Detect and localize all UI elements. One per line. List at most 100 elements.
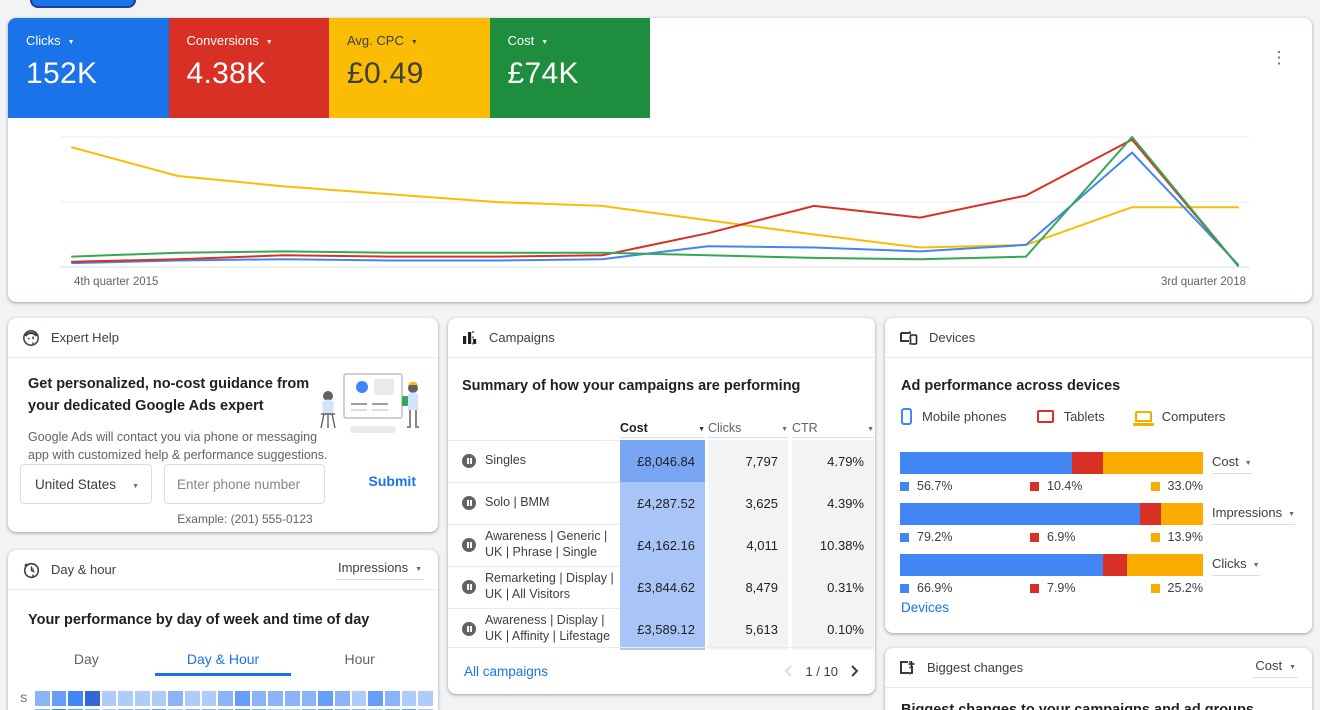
chevron-down-icon	[68, 33, 75, 48]
metric-dropdown[interactable]: Impressions	[336, 559, 424, 580]
table-row[interactable]: Awareness | Display | UK | Affinity | Li…	[448, 608, 875, 650]
metric-dropdown-value: Impressions	[338, 560, 408, 575]
legend-item-phone[interactable]: Mobile phones	[901, 408, 1007, 425]
chevron-down-icon	[1289, 658, 1296, 673]
chevron-right-icon[interactable]	[850, 665, 859, 677]
metric-tile-cost[interactable]: Cost£74K	[490, 18, 651, 118]
all-campaigns-link[interactable]: All campaigns	[464, 664, 548, 679]
bar-metric-dropdown[interactable]: Cost	[1212, 454, 1252, 474]
column-label: Clicks	[708, 421, 741, 435]
chevron-down-icon	[415, 560, 422, 575]
heatmap-cell[interactable]	[252, 691, 267, 706]
country-select[interactable]: United States	[20, 464, 152, 504]
bar-metric-dropdown[interactable]: Clicks	[1212, 556, 1260, 576]
row-divider	[448, 482, 620, 483]
heatmap-cell[interactable]	[152, 691, 167, 706]
chart-line-avg-cpc	[72, 147, 1238, 247]
heatmap-cell[interactable]	[102, 691, 117, 706]
phone-number-input[interactable]	[164, 464, 325, 504]
bar-segment	[1103, 452, 1203, 474]
heatmap-cell[interactable]	[118, 691, 133, 706]
heatmap-cell[interactable]	[68, 691, 83, 706]
heatmap-cell[interactable]	[168, 691, 183, 706]
heatmap-cell[interactable]	[302, 691, 317, 706]
bar-segment	[1127, 554, 1203, 576]
table-row[interactable]: Remarketing | Display | UK | All Visitor…	[448, 566, 875, 608]
percentage-item: 10.4%	[1030, 479, 1082, 493]
heatmap-cell[interactable]	[35, 691, 50, 706]
heatmap-cell[interactable]	[318, 691, 333, 706]
expert-help-card: Expert Help Get personalized, no-cost gu…	[8, 318, 438, 532]
heatmap-cell[interactable]	[235, 691, 250, 706]
metric-dropdown[interactable]: Cost	[1253, 657, 1298, 678]
heatmap-cell[interactable]	[52, 691, 67, 706]
bar-metric-dropdown[interactable]: Impressions	[1212, 505, 1295, 525]
country-select-value: United States	[35, 477, 116, 492]
percentage-item: 25.2%	[1151, 581, 1203, 595]
table-row[interactable]: Solo | BMM£4,287.523,6254.39%	[448, 482, 875, 524]
bar-segment	[1072, 452, 1103, 474]
more-vert-icon[interactable]	[899, 328, 921, 348]
cost-cell: £8,046.84	[620, 440, 705, 482]
more-vert-icon[interactable]	[1268, 48, 1290, 68]
more-vert-icon[interactable]	[22, 328, 44, 348]
card-title: Biggest changes	[927, 660, 1023, 675]
chart-line-cost	[72, 137, 1238, 266]
heatmap-cell[interactable]	[402, 691, 417, 706]
table-row[interactable]: Awareness | Generic | UK | Phrase | Sing…	[448, 524, 875, 566]
heatmap-cell[interactable]	[335, 691, 350, 706]
metric-tile-conversions[interactable]: Conversions4.38K	[169, 18, 330, 118]
card-title: Expert Help	[51, 330, 119, 345]
tab-hour[interactable]: Hour	[291, 644, 428, 676]
percentage-item: 66.9%	[900, 581, 1030, 595]
more-vert-icon[interactable]	[22, 560, 44, 580]
heatmap-cell[interactable]	[202, 691, 217, 706]
heatmap-cell[interactable]	[185, 691, 200, 706]
ctr-cell: 0.10%	[792, 608, 874, 650]
chevron-down-icon	[1288, 505, 1295, 520]
heatmap-cell[interactable]	[135, 691, 150, 706]
legend-swatch	[1151, 584, 1160, 593]
clicks-cell: 4,011	[708, 524, 788, 566]
legend-item-tablet[interactable]: Tablets	[1037, 409, 1105, 424]
metric-label-text: Avg. CPC	[347, 33, 404, 48]
day-hour-card: Day & hour Impressions Your performance …	[8, 550, 438, 710]
devices-header: Devices	[885, 318, 1312, 358]
metric-tile-avg-cpc[interactable]: Avg. CPC£0.49	[329, 18, 490, 118]
row-divider	[448, 566, 620, 567]
chevron-left-icon[interactable]	[784, 665, 793, 677]
chevron-down-icon	[132, 477, 139, 492]
table-row[interactable]: Singles£8,046.847,7974.79%	[448, 440, 875, 482]
heatmap-cell[interactable]	[218, 691, 233, 706]
top-tab-remnant	[30, 0, 136, 8]
ctr-cell: 4.79%	[792, 440, 874, 482]
tab-day-hour[interactable]: Day & Hour	[155, 644, 292, 676]
devices-link[interactable]: Devices	[901, 600, 949, 615]
card-title: Campaigns	[489, 330, 555, 345]
tab-day[interactable]: Day	[18, 644, 155, 676]
column-header-cost[interactable]: Cost	[620, 418, 705, 438]
metric-tile-clicks[interactable]: Clicks152K	[8, 18, 169, 118]
heatmap-cell[interactable]	[418, 691, 433, 706]
legend-item-laptop[interactable]: Computers	[1135, 409, 1226, 424]
stacked-bar-clicks[interactable]	[900, 554, 1203, 576]
metric-label: Cost	[508, 33, 651, 48]
heatmap-cell[interactable]	[85, 691, 100, 706]
submit-button[interactable]: Submit	[369, 473, 416, 489]
heatmap-cell[interactable]	[285, 691, 300, 706]
column-header-ctr[interactable]: CTR	[792, 418, 874, 438]
clicks-cell: 3,625	[708, 482, 788, 524]
biggest-changes-heading: Biggest changes to your campaigns and ad…	[901, 700, 1254, 710]
campaigns-heading: Summary of how your campaigns are perfor…	[462, 376, 800, 398]
heatmap-cell[interactable]	[352, 691, 367, 706]
heatmap-cell[interactable]	[368, 691, 383, 706]
bar-metric-label: Impressions	[1212, 505, 1282, 520]
heatmap-cell[interactable]	[268, 691, 283, 706]
stacked-bar-cost[interactable]	[900, 452, 1203, 474]
heatmap-cell[interactable]	[385, 691, 400, 706]
more-vert-icon[interactable]	[462, 328, 484, 348]
metric-tiles: Clicks152KConversions4.38KAvg. CPC£0.49C…	[8, 18, 650, 118]
more-vert-icon[interactable]	[899, 658, 921, 678]
stacked-bar-impressions[interactable]	[900, 503, 1203, 525]
column-header-clicks[interactable]: Clicks	[708, 418, 788, 438]
